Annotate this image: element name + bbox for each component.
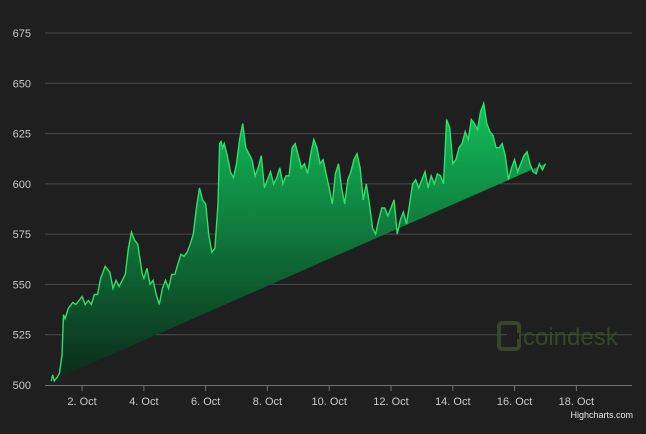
x-tick-label: 12. Oct [373, 396, 408, 408]
x-tick-label: 8. Oct [253, 396, 282, 408]
y-tick-label: 600 [13, 179, 31, 191]
y-tick-label: 550 [13, 279, 31, 291]
coindesk-logo: coindesk [497, 321, 619, 351]
x-tick-label: 2. Oct [67, 396, 96, 408]
highcharts-credit[interactable]: Highcharts.com [570, 410, 633, 420]
x-tick-label: 18. Oct [559, 396, 594, 408]
chart-canvas: coindesk 500 525 550 575 600 625 650 675 2. Oct… [13, 28, 633, 420]
x-tick-label: 4. Oct [129, 396, 158, 408]
x-axis-labels: 2. Oct 4. Oct 6. Oct 8. Oct 10. Oct 12. Oct 14… [67, 385, 594, 408]
price-area [51, 103, 546, 382]
y-tick-label: 675 [13, 28, 31, 40]
y-tick-label: 500 [13, 380, 31, 392]
coindesk-logo-icon [497, 321, 521, 351]
price-chart: coindesk 500 525 550 575 600 625 650 675 2. Oct… [0, 0, 646, 434]
x-tick-label: 10. Oct [311, 396, 346, 408]
y-tick-label: 525 [13, 330, 31, 342]
coindesk-logo-text: coindesk [523, 324, 619, 351]
y-tick-label: 575 [13, 229, 31, 241]
x-tick-label: 16. Oct [497, 396, 532, 408]
y-axis-labels: 500 525 550 575 600 625 650 675 [13, 28, 31, 392]
x-tick-label: 6. Oct [191, 396, 220, 408]
y-tick-label: 625 [13, 129, 31, 141]
x-tick-label: 14. Oct [435, 396, 470, 408]
y-tick-label: 650 [13, 78, 31, 90]
